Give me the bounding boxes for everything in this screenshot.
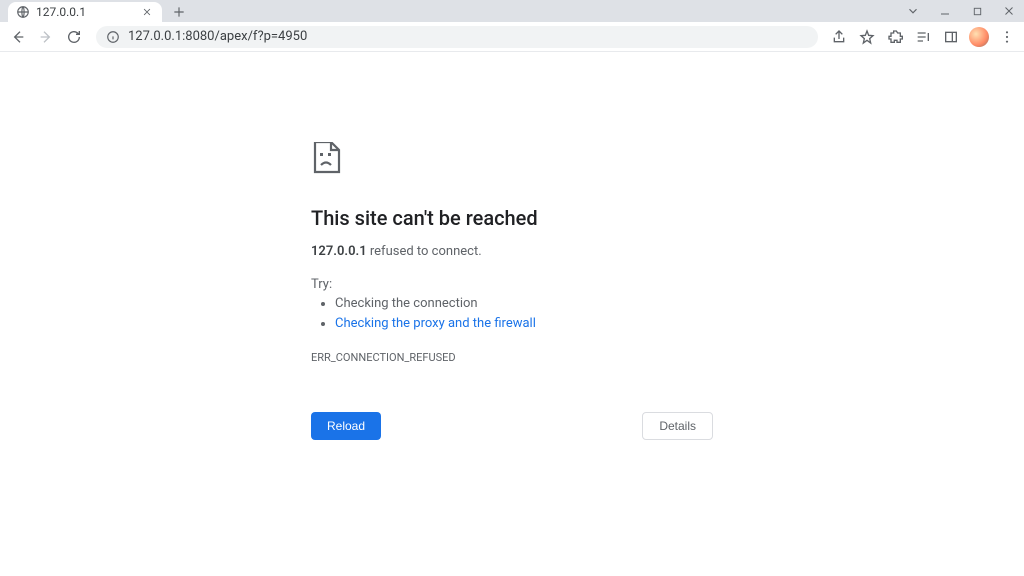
extensions-icon[interactable] <box>884 26 906 48</box>
list-item: Checking the proxy and the firewall <box>335 314 713 334</box>
error-message: 127.0.0.1 refused to connect. <box>311 244 713 259</box>
reading-list-icon[interactable] <box>912 26 934 48</box>
info-icon[interactable] <box>106 30 120 44</box>
sad-page-icon <box>311 142 713 178</box>
globe-icon <box>16 5 30 19</box>
new-tab-button[interactable] <box>170 3 188 21</box>
error-message-suffix: refused to connect. <box>367 244 482 259</box>
url-text: 127.0.0.1:8080/apex/f?p=4950 <box>128 29 808 44</box>
suggestion-text: Checking the connection <box>335 296 478 311</box>
list-item: Checking the connection <box>335 294 713 314</box>
error-heading: This site can't be reached <box>311 206 713 230</box>
bookmark-icon[interactable] <box>856 26 878 48</box>
minimize-icon[interactable] <box>936 2 954 20</box>
page-content: This site can't be reached 127.0.0.1 ref… <box>0 52 1024 576</box>
side-panel-icon[interactable] <box>940 26 962 48</box>
menu-icon[interactable] <box>996 26 1018 48</box>
toolbar-actions <box>828 26 1018 48</box>
chevron-down-icon[interactable] <box>904 2 922 20</box>
share-icon[interactable] <box>828 26 850 48</box>
suggestion-list: Checking the connection Checking the pro… <box>335 294 713 333</box>
browser-toolbar: 127.0.0.1:8080/apex/f?p=4950 <box>0 22 1024 52</box>
profile-avatar[interactable] <box>968 26 990 48</box>
window-controls <box>904 0 1018 22</box>
button-row: Reload Details <box>311 412 713 440</box>
back-button[interactable] <box>6 25 30 49</box>
error-container: This site can't be reached 127.0.0.1 ref… <box>311 142 713 440</box>
try-label: Try: <box>311 277 713 292</box>
browser-tab[interactable]: 127.0.0.1 <box>8 2 162 22</box>
address-bar[interactable]: 127.0.0.1:8080/apex/f?p=4950 <box>96 26 818 48</box>
tab-strip: 127.0.0.1 <box>0 0 1024 22</box>
window-close-icon[interactable] <box>1000 2 1018 20</box>
forward-button[interactable] <box>34 25 58 49</box>
tab-title: 127.0.0.1 <box>36 5 140 19</box>
error-host: 127.0.0.1 <box>311 244 367 259</box>
error-code: ERR_CONNECTION_REFUSED <box>311 351 713 364</box>
maximize-icon[interactable] <box>968 2 986 20</box>
reload-button[interactable]: Reload <box>311 412 381 440</box>
details-button[interactable]: Details <box>642 412 713 440</box>
suggestion-link[interactable]: Checking the proxy and the firewall <box>335 316 536 331</box>
reload-toolbar-button[interactable] <box>62 25 86 49</box>
close-icon[interactable] <box>140 5 154 19</box>
